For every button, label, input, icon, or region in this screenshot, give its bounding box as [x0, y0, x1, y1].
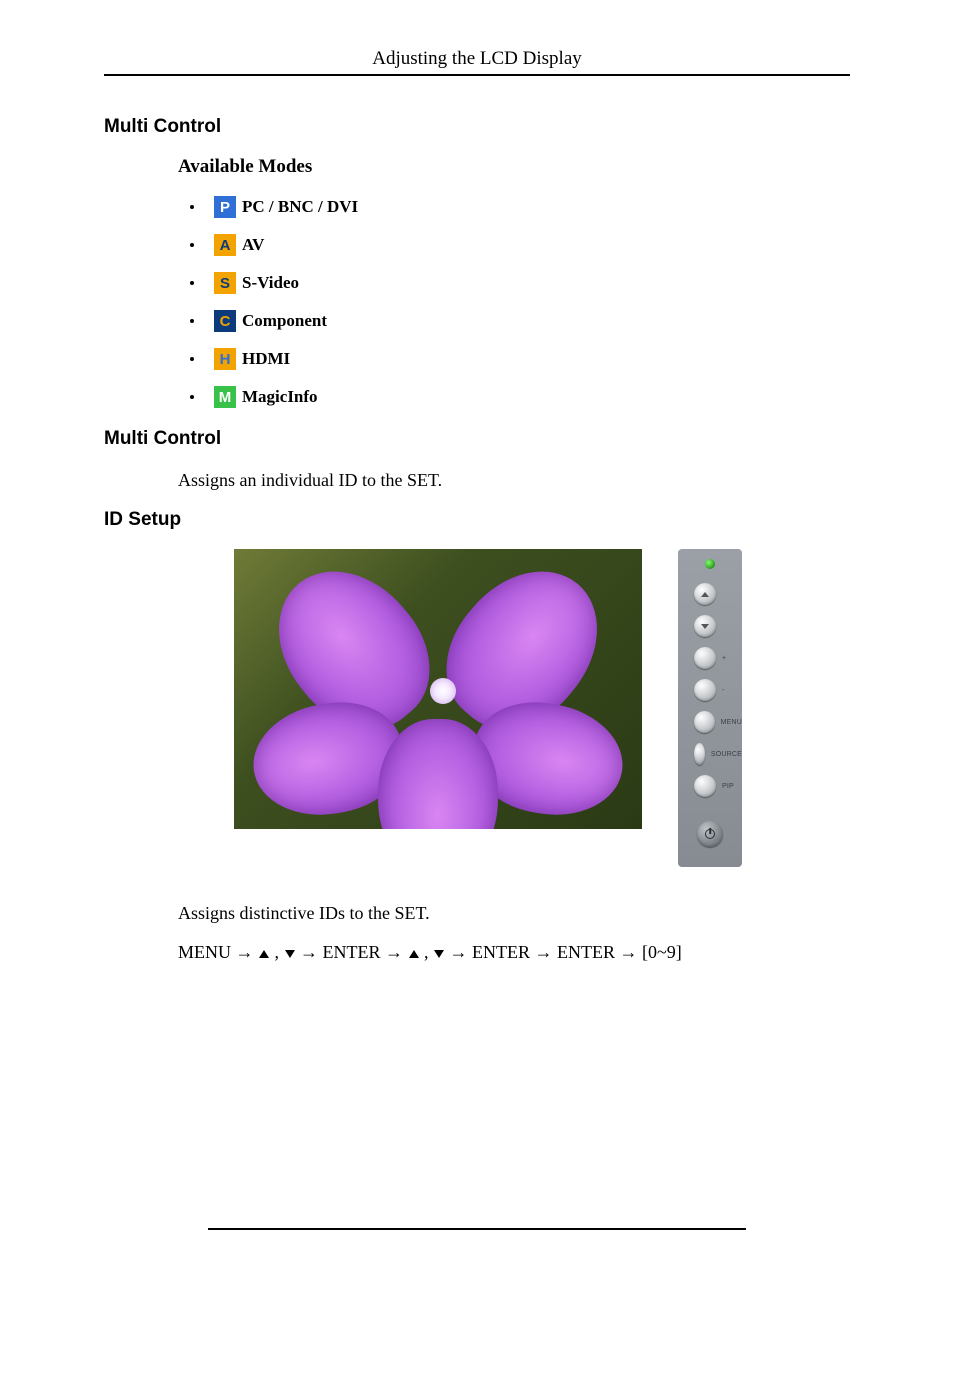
mode-letter-icon: C [214, 310, 236, 332]
panel-label: - [722, 687, 725, 694]
heading-id-setup: ID Setup [104, 509, 850, 531]
mode-item: H HDMI [190, 348, 850, 370]
nav-arrow: → [236, 942, 254, 962]
bullet-icon [190, 357, 194, 361]
panel-button-source[interactable] [694, 743, 705, 765]
title-rule [104, 74, 850, 76]
bullet-icon [190, 281, 194, 285]
bullet-icon [190, 243, 194, 247]
nav-arrow: → [450, 942, 468, 962]
menu-navigation-sequence: MENU → , → ENTER → , → ENTER → ENTER → [… [178, 942, 850, 963]
triangle-up-icon [409, 950, 419, 958]
mode-label: Component [242, 311, 327, 331]
heading-available-modes: Available Modes [178, 156, 850, 178]
panel-row [678, 615, 742, 637]
lcd-preview-image [234, 549, 642, 829]
nav-arrow: → [535, 942, 553, 962]
triangle-down-icon [434, 950, 444, 958]
power-icon [705, 829, 715, 839]
mode-letter-icon: M [214, 386, 236, 408]
bullet-icon [190, 319, 194, 323]
panel-row: + [678, 647, 742, 669]
mode-item: M MagicInfo [190, 386, 850, 408]
mode-label: S-Video [242, 273, 299, 293]
panel-button-up[interactable] [694, 583, 716, 605]
mode-letter-icon: S [214, 272, 236, 294]
nav-enter: ENTER [472, 942, 530, 962]
bullet-icon [190, 205, 194, 209]
id-setup-figure: + - MENU SOURCE PIP [234, 549, 850, 867]
panel-row [678, 583, 742, 605]
triangle-down-icon [285, 950, 295, 958]
nav-range: [0~9] [642, 942, 682, 962]
panel-row: - [678, 679, 742, 701]
mode-item: S S-Video [190, 272, 850, 294]
mode-label: AV [242, 235, 264, 255]
triangle-up-icon [259, 950, 269, 958]
panel-button-menu[interactable] [694, 711, 715, 733]
mode-label: HDMI [242, 349, 290, 369]
panel-button-pip[interactable] [694, 775, 716, 797]
mode-letter-icon: P [214, 196, 236, 218]
mode-label: PC / BNC / DVI [242, 197, 358, 217]
mode-item: P PC / BNC / DVI [190, 196, 850, 218]
nav-comma: , [275, 942, 280, 962]
mode-letter-icon: A [214, 234, 236, 256]
multi-control-description: Assigns an individual ID to the SET. [178, 468, 850, 493]
bullet-icon [190, 395, 194, 399]
nav-arrow: → [385, 942, 403, 962]
available-modes-list: P PC / BNC / DVI A AV S S-Video C Component H HDM… [190, 196, 850, 408]
panel-label: MENU [721, 719, 742, 726]
panel-row: SOURCE [678, 743, 742, 765]
footer-rule [208, 1228, 746, 1230]
panel-label: PIP [722, 783, 734, 790]
panel-label: SOURCE [711, 751, 742, 758]
monitor-button-panel: + - MENU SOURCE PIP [678, 549, 742, 867]
page-title: Adjusting the LCD Display [104, 48, 850, 74]
panel-row: PIP [678, 775, 742, 797]
panel-label: + [722, 655, 726, 662]
heading-multi-control-2: Multi Control [104, 428, 850, 450]
nav-arrow: → [300, 942, 318, 962]
panel-button-power[interactable] [697, 821, 723, 847]
id-setup-description: Assigns distinctive IDs to the SET. [178, 901, 850, 926]
mode-item: A AV [190, 234, 850, 256]
nav-enter: ENTER [323, 942, 381, 962]
panel-button-plus[interactable] [694, 647, 716, 669]
nav-menu: MENU [178, 942, 231, 962]
nav-arrow: → [620, 942, 638, 962]
heading-multi-control: Multi Control [104, 116, 850, 138]
nav-enter: ENTER [557, 942, 615, 962]
power-led-icon [705, 559, 715, 569]
panel-button-minus[interactable] [694, 679, 716, 701]
mode-letter-icon: H [214, 348, 236, 370]
mode-label: MagicInfo [242, 387, 318, 407]
panel-row: MENU [678, 711, 742, 733]
panel-button-down[interactable] [694, 615, 716, 637]
nav-comma: , [424, 942, 429, 962]
flower-illustration [234, 549, 642, 829]
mode-item: C Component [190, 310, 850, 332]
